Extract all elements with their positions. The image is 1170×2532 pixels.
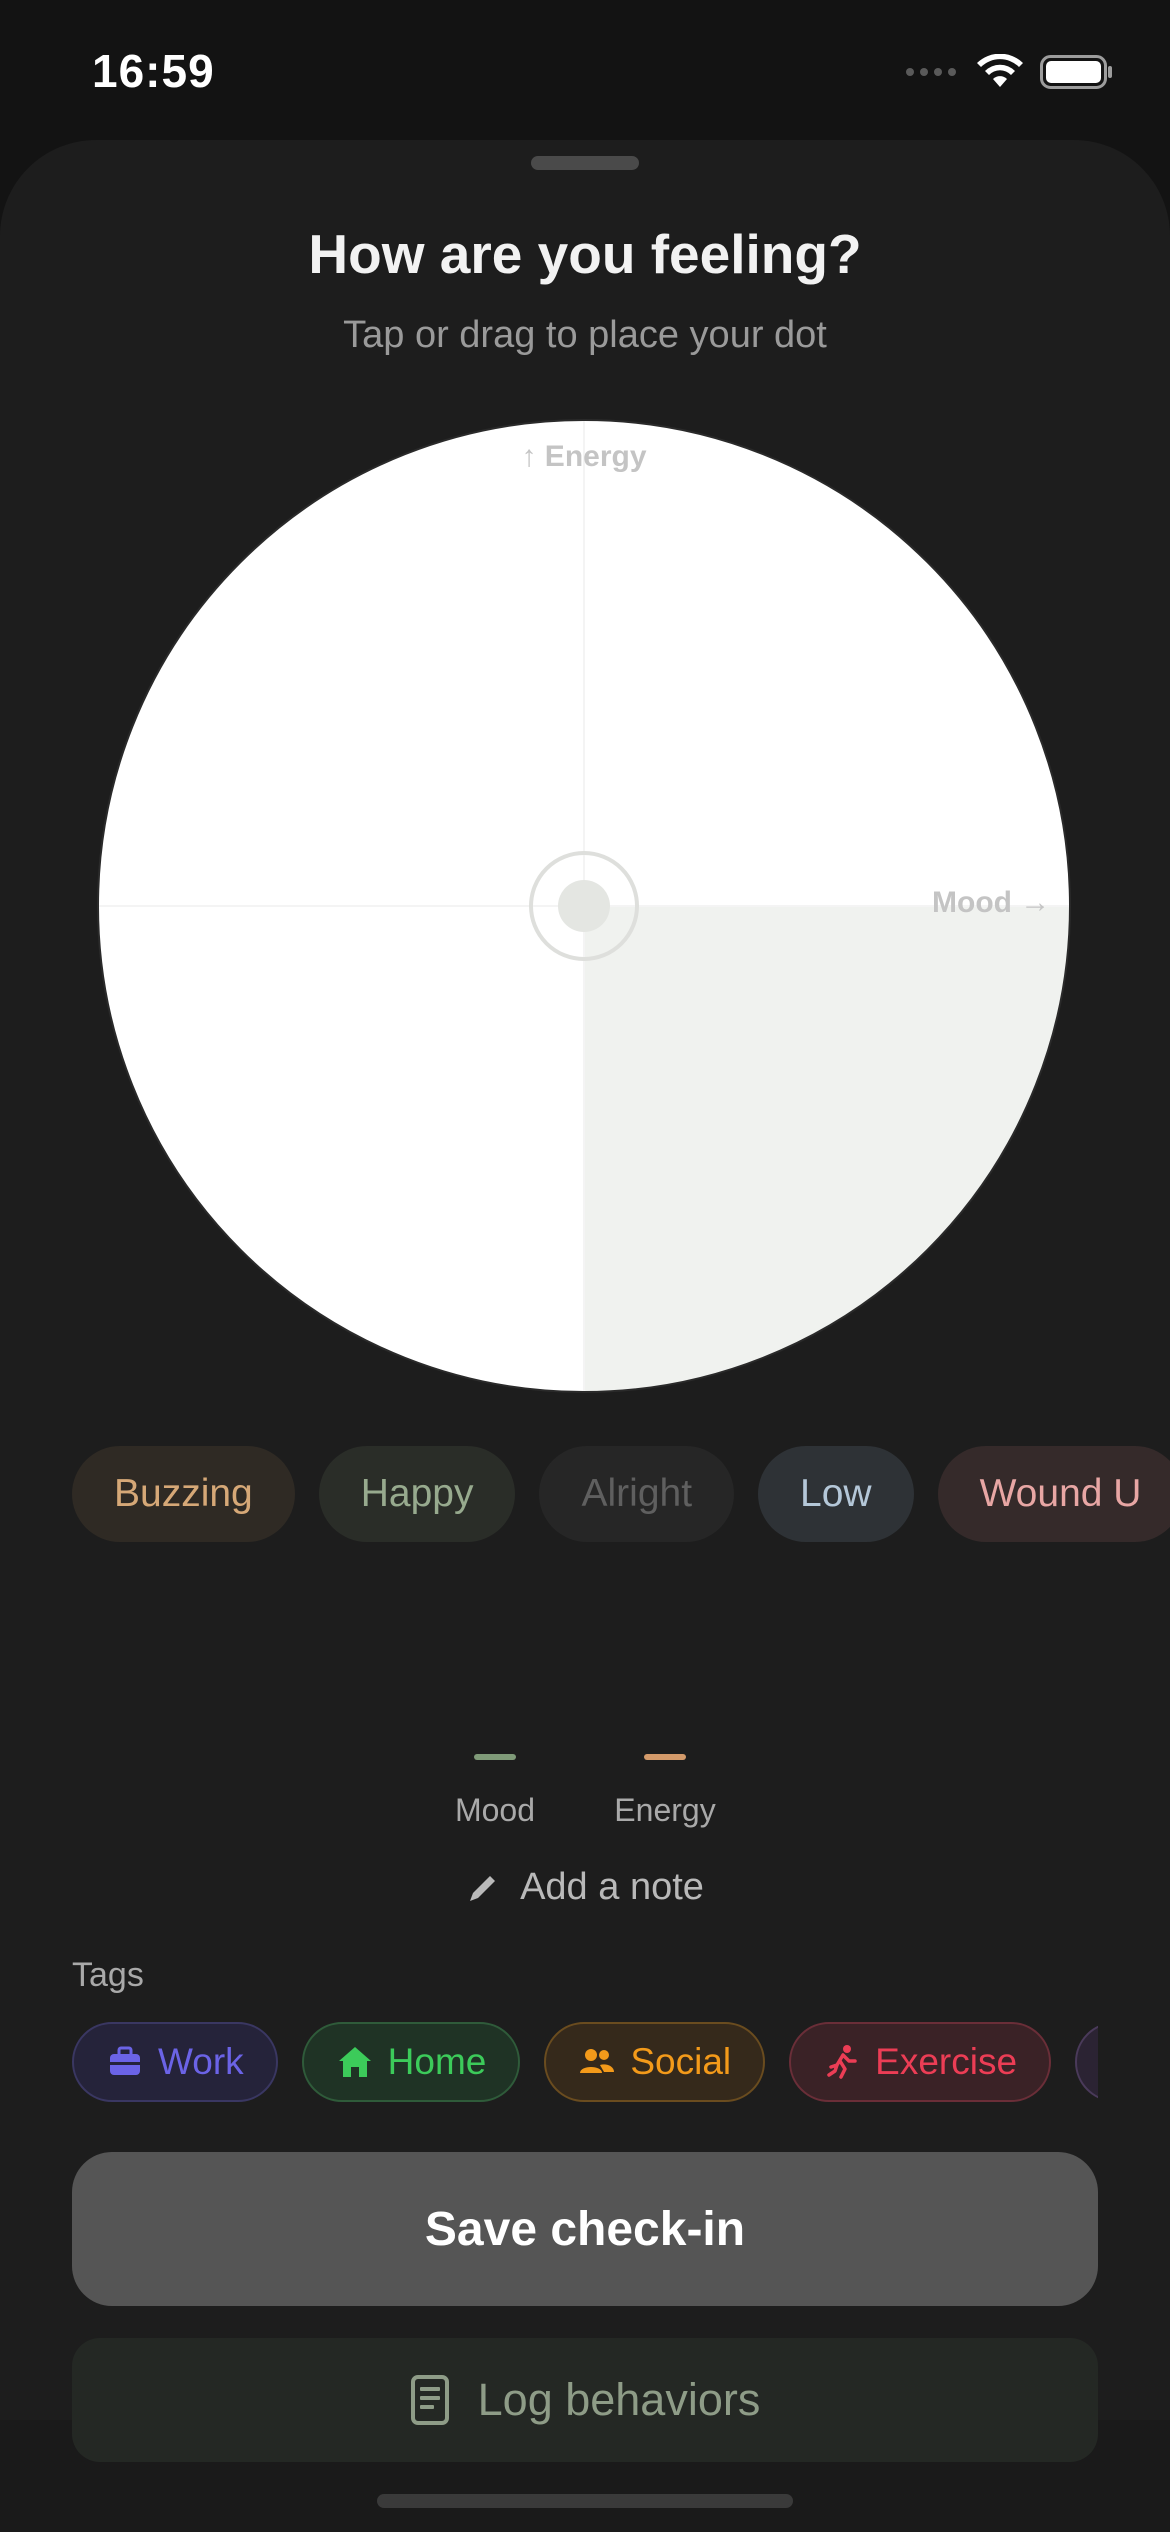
quadrant-highlight [584, 906, 1070, 1392]
mood-chip-happy[interactable]: Happy [318, 1446, 516, 1542]
house-icon [338, 2047, 371, 2077]
tag-work-label: Work [158, 2041, 244, 2082]
save-checkin-button[interactable]: Save check-in [72, 2152, 1098, 2306]
energy-axis-label: ↑ Energy [521, 440, 647, 473]
wifi-icon [977, 54, 1023, 87]
tag-overflow[interactable] [1075, 2022, 1098, 2102]
page-subtitle: Tap or drag to place your dot [343, 314, 827, 356]
legend-item-energy: Energy [585, 1754, 745, 1829]
legend: Mood Energy [0, 1754, 1170, 1834]
mood-chip-row[interactable]: Buzzing Happy Alright Low Wound U [72, 1446, 1170, 1542]
tag-social[interactable]: Social [544, 2022, 766, 2102]
tag-work[interactable]: Work [72, 2022, 278, 2102]
legend-label-energy: Energy [614, 1792, 716, 1828]
tag-home-label: Home [387, 2041, 487, 2082]
pencil-icon [470, 1875, 496, 1901]
tag-exercise[interactable]: Exercise [789, 2022, 1052, 2102]
mood-chip-alright[interactable]: Alright [539, 1446, 735, 1542]
cellular-signal-icon [906, 57, 960, 87]
mood-dot[interactable] [558, 880, 610, 932]
sheet-grabber[interactable] [531, 156, 639, 170]
tags-row[interactable]: Work Home Social Exercise [72, 2022, 1098, 2104]
page-title: How are you feeling? [308, 223, 862, 285]
status-bar: 16:59 [0, 0, 1170, 140]
legend-item-mood: Mood [415, 1754, 575, 1829]
briefcase-icon [110, 2046, 140, 2075]
status-time: 16:59 [92, 45, 215, 97]
checkin-sheet: How are you feeling? Tap or drag to plac… [0, 140, 1170, 2532]
tag-social-label: Social [630, 2041, 732, 2082]
document-list-icon [410, 2375, 449, 2425]
running-icon [827, 2045, 857, 2079]
log-behaviors-label: Log behaviors [477, 2374, 761, 2425]
legend-label-mood: Mood [454, 1792, 536, 1828]
people-icon [580, 2049, 615, 2073]
mood-grid-canvas [97, 419, 1071, 1393]
home-indicator [377, 2494, 793, 2508]
screen: 16:59 How are you feeling? Tap or drag t… [0, 0, 1170, 2532]
mood-energy-grid[interactable]: ↑ Energy Mood → [96, 418, 1072, 1394]
mood-chip-buzzing[interactable]: Buzzing [72, 1446, 295, 1542]
mood-chip-low[interactable]: Low [758, 1446, 914, 1542]
mood-axis-label: Mood → [932, 886, 1051, 919]
mood-chip-wound-up[interactable]: Wound U [937, 1446, 1170, 1542]
status-icons [906, 54, 1114, 90]
log-behaviors-button[interactable]: Log behaviors [72, 2338, 1098, 2462]
legend-swatch-energy [644, 1754, 686, 1760]
tags-title: Tags [72, 1956, 144, 1994]
add-note-label: Add a note [520, 1866, 704, 1908]
tag-exercise-label: Exercise [875, 2041, 1018, 2082]
add-note-button[interactable]: Add a note [0, 1866, 1170, 1909]
tag-home[interactable]: Home [301, 2022, 521, 2102]
battery-icon [1040, 55, 1112, 89]
legend-swatch-mood [474, 1754, 516, 1760]
